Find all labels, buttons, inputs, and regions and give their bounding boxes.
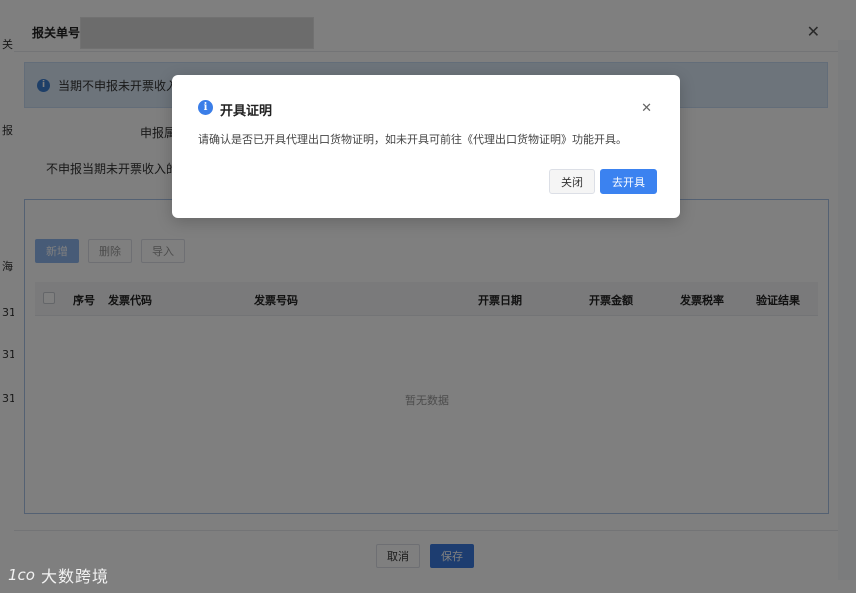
go-issue-button[interactable]: 去开具 [600,169,657,194]
info-icon: i [198,100,213,115]
watermark-text: 大数跨境 [40,567,109,586]
modal-message: 请确认是否已开具代理出口货物证明，如未开具可前往《代理出口货物证明》功能开具。 [198,133,627,146]
watermark: 1ᴄᴏ 大数跨境 [8,563,109,587]
watermark-logo: 1ᴄᴏ [8,566,35,584]
modal-title: 开具证明 [220,104,273,119]
close-icon[interactable]: ✕ [641,101,652,116]
issue-certificate-modal: i 开具证明 ✕ 请确认是否已开具代理出口货物证明，如未开具可前往《代理出口货物… [172,75,680,218]
close-button[interactable]: 关闭 [549,169,595,194]
